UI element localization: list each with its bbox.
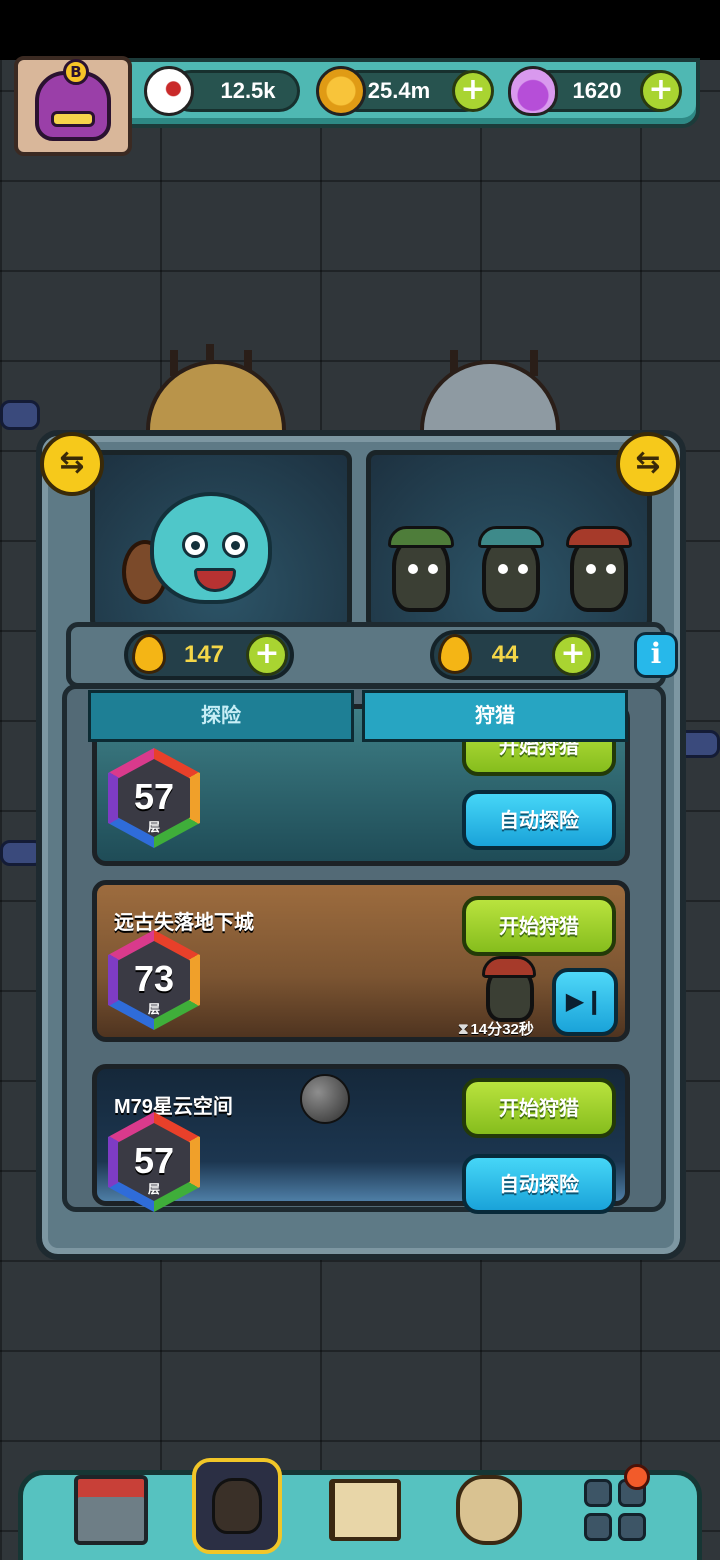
- purple-potion-icon: [508, 66, 558, 116]
- minion-eye: [428, 564, 438, 574]
- add-coins-button[interactable]: +: [452, 70, 494, 112]
- hunt-timer: ⧗ 14分32秒: [458, 1018, 534, 1039]
- skip-timer-button[interactable]: ▶❙: [552, 968, 618, 1036]
- coin-value: 25.4m: [367, 78, 431, 103]
- swap-icon: ⇆: [635, 445, 661, 480]
- swap-left-button[interactable]: ⇆: [40, 432, 104, 496]
- gold-coin-icon: [316, 66, 366, 116]
- dungeon-name: M79星云空间: [114, 1096, 233, 1118]
- pipe: [0, 400, 40, 430]
- bag-icon: [456, 1475, 522, 1545]
- dungeon-name: 远古失落地下城: [114, 912, 254, 934]
- tab-hunt[interactable]: 狩猎: [362, 690, 628, 742]
- nav-hunt[interactable]: [192, 1458, 282, 1554]
- hunting-minion: [482, 956, 536, 1022]
- hunt-icon: [212, 1478, 262, 1534]
- minion-eye: [586, 564, 596, 574]
- start-hunt-button[interactable]: 开始狩猎: [462, 896, 616, 956]
- info-button[interactable]: i: [634, 632, 678, 678]
- timer-value: 14分32秒: [470, 1021, 534, 1038]
- drop-icon: [132, 634, 166, 674]
- add-left-energy-button[interactable]: +: [246, 634, 288, 676]
- level-number: 57: [133, 776, 175, 817]
- auto-explore-button[interactable]: 自动探险: [462, 1154, 616, 1214]
- nav-book[interactable]: [322, 1470, 408, 1550]
- avatar-mouth: [51, 111, 95, 127]
- level-number: 57: [133, 1140, 175, 1181]
- minion-eye: [606, 564, 616, 574]
- tab-explore-label: 探险: [201, 703, 241, 727]
- potion-value: 1620: [572, 78, 622, 103]
- antenna: [530, 350, 538, 376]
- swap-right-button[interactable]: ⇆: [616, 432, 680, 496]
- add-right-energy-button[interactable]: +: [552, 634, 594, 676]
- book-icon: [329, 1479, 401, 1541]
- player-monster[interactable]: [150, 492, 272, 604]
- minion-hat: [478, 526, 544, 548]
- avatar-monster: B: [35, 59, 111, 141]
- drop-icon: [438, 634, 472, 674]
- level-unit: 层: [147, 1182, 160, 1196]
- level-unit: 层: [147, 820, 160, 834]
- eyeball-icon: [144, 66, 194, 116]
- minion-eye: [408, 564, 418, 574]
- notification-dot: [624, 1464, 650, 1490]
- tab-hunt-label: 狩猎: [475, 703, 515, 727]
- level-number: 73: [133, 958, 175, 999]
- minion-hat: [388, 526, 454, 548]
- enemy-minion: [566, 526, 632, 612]
- shop-icon: [74, 1475, 148, 1545]
- tab-explore[interactable]: 探险: [88, 690, 354, 742]
- info-icon: i: [650, 637, 662, 670]
- hourglass-icon: ⧗: [458, 1021, 469, 1038]
- auto-explore-button[interactable]: 自动探险: [462, 790, 616, 850]
- player-avatar[interactable]: B: [14, 56, 132, 156]
- nav-shop[interactable]: [68, 1470, 154, 1550]
- planet-icon: [300, 1074, 350, 1124]
- minion-eye: [518, 564, 528, 574]
- skip-icon: ▶❙: [565, 987, 605, 1015]
- right-energy-value: 44: [491, 641, 519, 668]
- add-potions-button[interactable]: +: [640, 70, 682, 112]
- enemy-minion: [478, 526, 544, 612]
- monster-mouth: [194, 568, 236, 592]
- level-unit: 层: [147, 1002, 160, 1016]
- monster-eye: [182, 532, 208, 558]
- rank-badge: B: [63, 59, 89, 85]
- left-energy-value: 147: [183, 641, 225, 668]
- minion-hat: [566, 526, 632, 548]
- status-bar: [0, 0, 720, 60]
- minion-hat: [482, 956, 536, 978]
- swap-icon: ⇆: [59, 445, 85, 480]
- start-hunt-button[interactable]: 开始狩猎: [462, 1078, 616, 1138]
- monster-eye: [222, 532, 248, 558]
- enemy-minion: [388, 526, 454, 612]
- eye-value: 12.5k: [220, 78, 276, 103]
- nav-bag[interactable]: [446, 1470, 532, 1550]
- minion-eye: [498, 564, 508, 574]
